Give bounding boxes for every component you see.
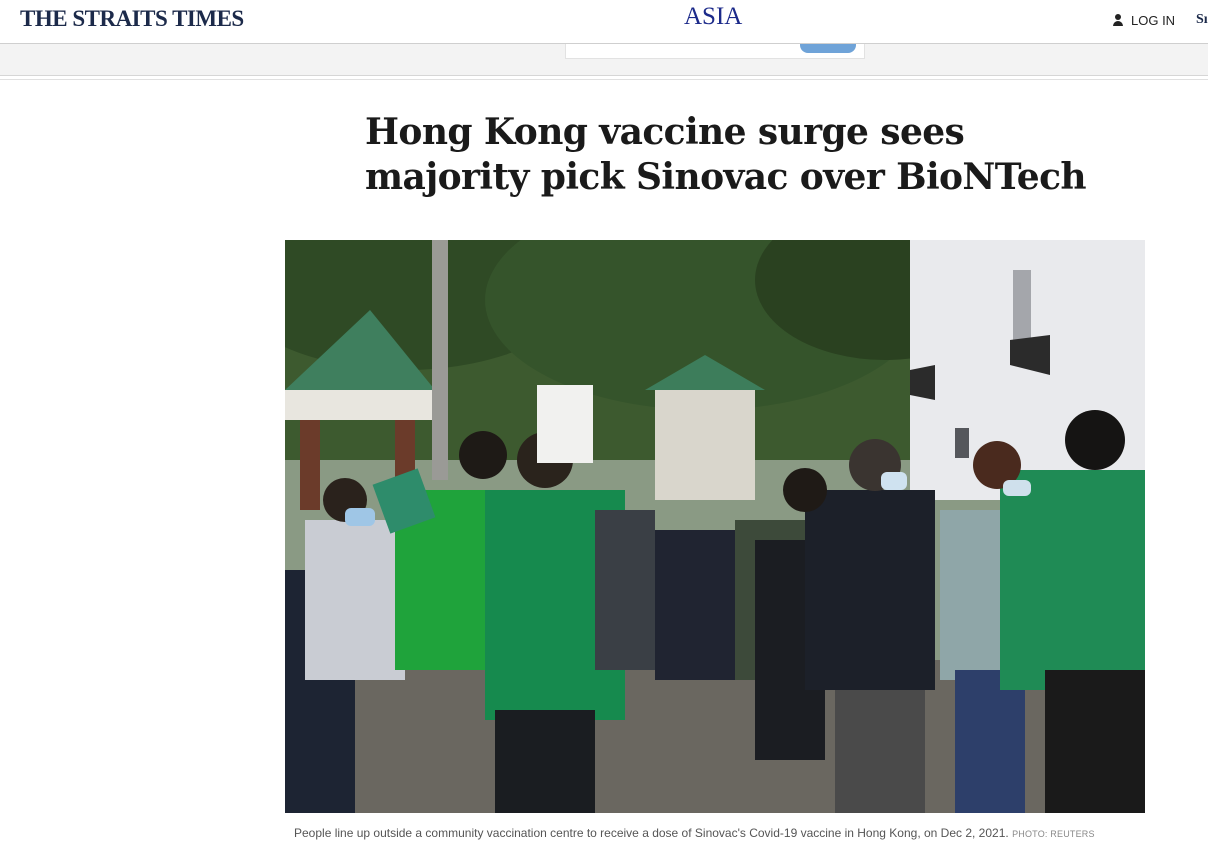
search-box	[565, 44, 865, 59]
site-logo[interactable]: THE STRAITS TIMES	[20, 6, 244, 32]
section-title[interactable]: ASIA	[684, 3, 742, 31]
site-header: THE STRAITS TIMES ASIA LOG IN Sı	[0, 0, 1208, 44]
divider	[0, 79, 1208, 80]
vaccination-queue-photo	[285, 240, 1145, 813]
login-link[interactable]: LOG IN	[1111, 13, 1175, 28]
search-button[interactable]	[800, 44, 856, 53]
article-headline: Hong Kong vaccine surge sees majority pi…	[365, 111, 1087, 198]
search-input[interactable]	[574, 44, 794, 52]
login-label: LOG IN	[1131, 13, 1176, 28]
caption-text: People line up outside a community vacci…	[294, 826, 1009, 840]
photo-caption: People line up outside a community vacci…	[294, 824, 1154, 844]
photo-credit: PHOTO: REUTERS	[1012, 829, 1095, 839]
subscribe-link[interactable]: Sı	[1196, 12, 1208, 28]
article-photo	[285, 240, 1145, 813]
user-icon	[1111, 13, 1125, 28]
